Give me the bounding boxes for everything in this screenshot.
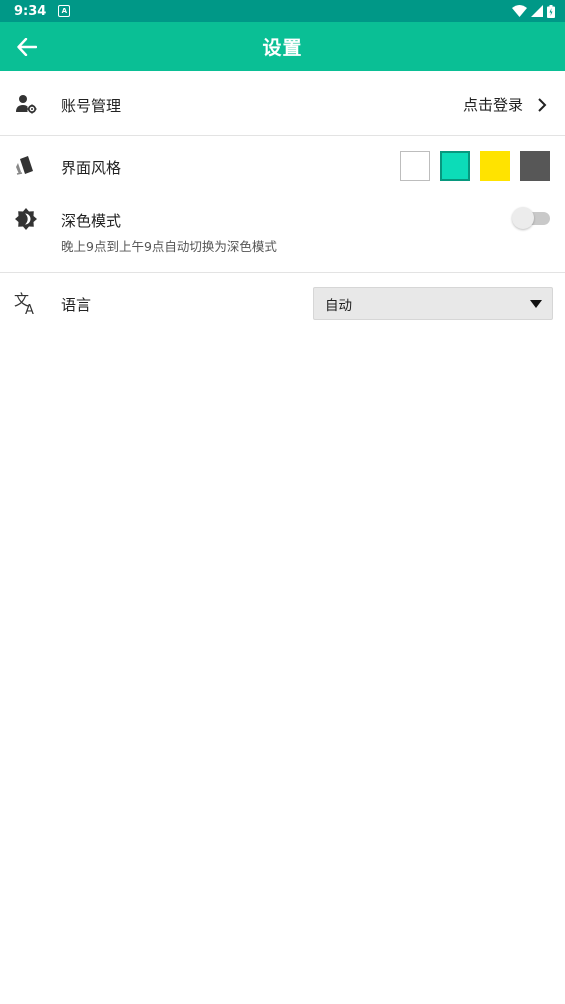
svg-text:A: A <box>25 303 34 315</box>
dark-mode-toggle[interactable] <box>512 207 550 229</box>
language-label: 语言 <box>61 296 92 314</box>
theme-label: 界面风格 <box>61 159 122 177</box>
battery-icon <box>547 4 555 18</box>
dark-mode-row: 深色模式 晚上9点到上午9点自动切换为深色模式 <box>0 196 565 272</box>
language-select-value: 自动 <box>325 297 352 314</box>
arrow-left-icon <box>17 38 37 56</box>
dark-mode-label: 深色模式 <box>61 212 122 230</box>
theme-row: 界面风格 <box>0 136 565 196</box>
status-bar: 9:34 A <box>0 0 565 22</box>
theme-swatches <box>400 151 550 181</box>
a-box-icon: A <box>58 5 71 17</box>
status-time: 9:34 <box>14 3 47 19</box>
palette-icon <box>14 154 38 178</box>
login-label: 点击登录 <box>462 96 523 114</box>
swatch-teal[interactable] <box>440 151 470 181</box>
swatch-yellow[interactable] <box>480 151 510 181</box>
login-button[interactable]: 点击登录 <box>463 94 547 115</box>
page-title: 设置 <box>262 37 303 59</box>
translate-icon: 文 A <box>14 291 38 315</box>
wifi-icon <box>512 5 527 17</box>
language-select[interactable]: 自动 <box>313 287 553 320</box>
chevron-right-icon <box>538 97 547 112</box>
user-gear-icon <box>14 92 38 116</box>
status-icons <box>512 4 555 18</box>
account-label: 账号管理 <box>61 97 122 115</box>
brightness-icon <box>14 207 38 231</box>
swatch-dark-gray[interactable] <box>520 151 550 181</box>
app-bar: 设置 <box>0 22 565 71</box>
toggle-thumb <box>512 207 534 229</box>
account-row[interactable]: 账号管理 点击登录 <box>0 72 565 135</box>
swatch-white[interactable] <box>400 151 430 181</box>
dropdown-caret-icon <box>530 299 542 308</box>
dark-mode-description: 晚上9点到上午9点自动切换为深色模式 <box>61 239 277 254</box>
signal-icon <box>531 5 543 17</box>
back-button[interactable] <box>14 34 40 60</box>
language-row: 文 A 语言 自动 <box>0 273 565 335</box>
